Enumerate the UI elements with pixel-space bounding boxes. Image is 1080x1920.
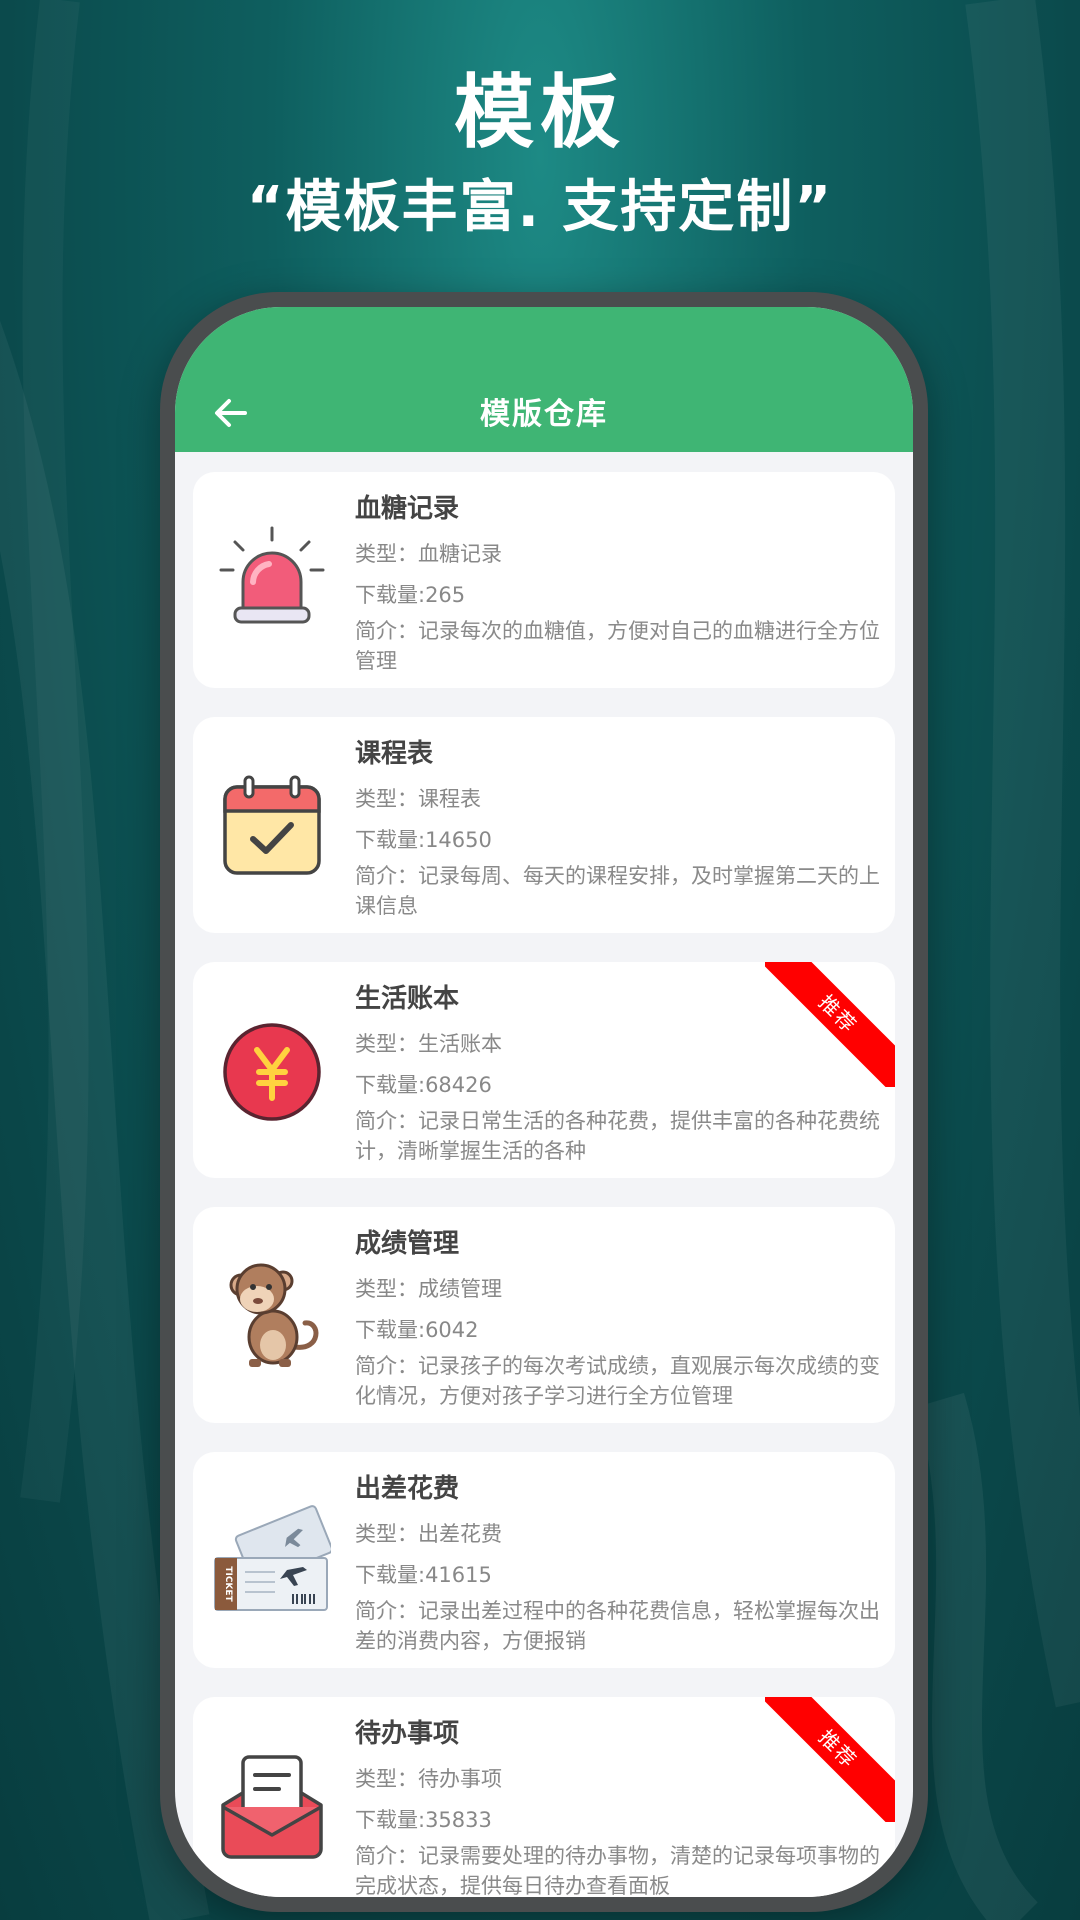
template-type: 类型：课程表 <box>355 787 481 811</box>
template-title: 成绩管理 <box>355 1229 460 1259</box>
alarm-siren-icon <box>219 526 325 624</box>
template-card[interactable]: 生活账本 类型：生活账本 下载量:68426 简介：记录日常生活的各种花费，提供… <box>193 962 895 1178</box>
recommend-ribbon: 推荐 <box>765 1697 895 1822</box>
template-type: 类型：成绩管理 <box>355 1277 502 1301</box>
template-description: 简介：记录日常生活的各种花费，提供丰富的各种花费统计，清晰掌握生活的各种 <box>355 1109 880 1163</box>
envelope-letter-icon <box>221 1755 323 1859</box>
template-description: 简介：记录出差过程中的各种花费信息，轻松掌握每次出差的消费内容，方便报销 <box>355 1599 880 1653</box>
template-title: 出差花费 <box>355 1474 460 1504</box>
template-card[interactable]: 成绩管理 类型：成绩管理 下载量:6042 简介：记录孩子的每次考试成绩，直观展… <box>193 1207 895 1423</box>
recommend-ribbon: 推荐 <box>765 962 895 1087</box>
recommend-badge: 推荐 <box>765 1697 895 1822</box>
app-bar: 模版仓库 <box>175 307 913 452</box>
phone-frame: 模版仓库 血糖记录 类型：血糖记录 下载量:265 简介：记录每次的血糖值，方便… <box>160 292 928 1912</box>
monkey-icon <box>229 1263 319 1367</box>
template-type: 类型：生活账本 <box>355 1032 502 1056</box>
template-description: 简介：记录每周、每天的课程安排，及时掌握第二天的上课信息 <box>355 864 880 918</box>
promo-headline: 模板 <box>454 66 626 159</box>
page-title: 模版仓库 <box>480 397 608 432</box>
template-downloads: 下载量:6042 <box>355 1318 479 1342</box>
calendar-check-icon <box>223 775 321 875</box>
template-card[interactable]: TICKET 出差花费 类型：出差花费 下载量:41615 简介：记录出差过程中… <box>193 1452 895 1668</box>
template-downloads: 下载量:68426 <box>355 1073 492 1097</box>
template-description: 简介：记录需要处理的待办事物，清楚的记录每项事物的完成状态，提供每日待办查看面板 <box>355 1844 880 1897</box>
plane-ticket-icon: TICKET <box>214 1505 331 1611</box>
template-title: 待办事项 <box>355 1719 460 1749</box>
phone-screen: 模版仓库 血糖记录 类型：血糖记录 下载量:265 简介：记录每次的血糖值，方便… <box>175 307 913 1897</box>
template-card[interactable]: 血糖记录 类型：血糖记录 下载量:265 简介：记录每次的血糖值，方便对自己的血… <box>193 472 895 688</box>
template-title: 课程表 <box>355 739 434 769</box>
recommend-badge: 推荐 <box>765 962 895 1087</box>
promo-subline: “模板丰富. 支持定制” <box>246 175 834 240</box>
template-downloads: 下载量:265 <box>355 583 466 607</box>
template-title: 血糖记录 <box>355 494 460 524</box>
template-card[interactable]: 课程表 类型：课程表 下载量:14650 简介：记录每周、每天的课程安排，及时掌… <box>193 717 895 933</box>
template-type: 类型：待办事项 <box>355 1767 502 1791</box>
template-title: 生活账本 <box>355 984 460 1014</box>
template-downloads: 下载量:35833 <box>355 1808 492 1832</box>
template-description: 简介：记录每次的血糖值，方便对自己的血糖进行全方位管理 <box>355 619 880 673</box>
ticket-text: TICKET <box>223 1566 233 1602</box>
template-card[interactable]: 待办事项 类型：待办事项 下载量:35833 简介：记录需要处理的待办事物，清楚… <box>193 1697 895 1897</box>
yen-coin-icon <box>223 1023 321 1121</box>
template-description: 简介：记录孩子的每次考试成绩，直观展示每次成绩的变化情况，方便对孩子学习进行全方… <box>355 1354 880 1408</box>
template-downloads: 下载量:14650 <box>355 828 492 852</box>
template-type: 类型：血糖记录 <box>355 542 502 566</box>
template-downloads: 下载量:41615 <box>355 1563 492 1587</box>
template-type: 类型：出差花费 <box>355 1522 502 1546</box>
